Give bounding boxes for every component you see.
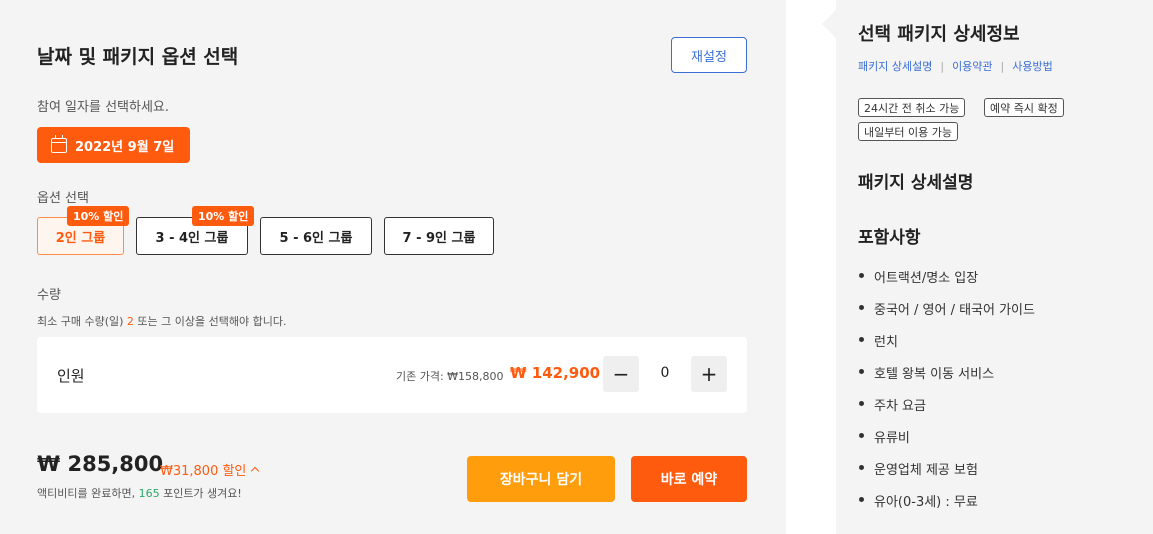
discount-badge: 10% 할인 — [67, 206, 130, 226]
list-item: 주차 요금 — [858, 388, 1035, 420]
link-terms[interactable]: 이용약관 — [952, 58, 992, 74]
total-discount: ₩31,800 할인 — [160, 464, 247, 479]
chevron-up-icon — [251, 466, 260, 476]
quantity-card: 인원 기존 가격: ₩158,800 ₩ 142,900 − 0 + — [37, 337, 747, 413]
book-now-button[interactable]: 바로 예약 — [631, 456, 747, 502]
reset-button[interactable]: 재설정 — [671, 37, 747, 73]
decrement-button[interactable]: − — [603, 356, 639, 392]
discount-badge: 10% 할인 — [192, 206, 255, 226]
detail-title: 선택 패키지 상세정보 — [858, 24, 1020, 45]
option-label: 옵션 선택 — [37, 191, 89, 206]
link-separator: | — [940, 59, 945, 73]
min-quantity-value: 2 — [126, 315, 134, 328]
detail-panel: 선택 패키지 상세정보 패키지 상세설명 | 이용약관 | 사용방법 24시간 … — [821, 0, 1153, 534]
points-suffix: 포인트가 생겨요! — [159, 487, 242, 500]
list-item: 런치 — [858, 324, 1035, 356]
selected-date: 2022년 9월 7일 — [75, 139, 175, 155]
quantity-label: 수량 — [37, 288, 61, 303]
link-separator: | — [1000, 59, 1005, 73]
points-value: 165 — [138, 487, 160, 500]
list-item: 유류비 — [858, 420, 1035, 452]
points-note: 액티비티를 완료하면, 165 포인트가 생겨요! — [37, 485, 242, 501]
total-price: ₩ 285,800 — [37, 452, 164, 476]
tag-instant-confirm: 예약 즉시 확정 — [984, 98, 1064, 117]
detail-links: 패키지 상세설명 | 이용약관 | 사용방법 — [858, 58, 1053, 74]
booking-panel: 날짜 및 패키지 옵션 선택 재설정 참여 일자를 선택하세요. 2022년 9… — [0, 0, 786, 534]
date-select-button[interactable]: 2022년 9월 7일 — [37, 127, 190, 163]
add-to-cart-button[interactable]: 장바구니 담기 — [467, 456, 615, 502]
includes-list: 어트랙션/명소 입장 중국어 / 영어 / 태국어 가이드 런치 호텔 왕복 이… — [858, 260, 1035, 516]
list-item: 운영업체 제공 보험 — [858, 452, 1035, 484]
tag-available-tomorrow: 내일부터 이용 가능 — [858, 122, 958, 141]
list-item: 유아(0-3세) : 무료 — [858, 484, 1035, 516]
calendar-icon — [51, 134, 67, 153]
total-discount-toggle[interactable]: ₩31,800 할인 — [160, 460, 260, 479]
points-prefix: 액티비티를 완료하면, — [37, 487, 139, 500]
list-item: 중국어 / 영어 / 태국어 가이드 — [858, 292, 1035, 324]
booking-title: 날짜 및 패키지 옵션 선택 — [37, 46, 239, 68]
min-note-prefix: 최소 구매 수량(일) — [37, 315, 127, 328]
list-item: 어트랙션/명소 입장 — [858, 260, 1035, 292]
sale-price: ₩ 142,900 — [510, 364, 601, 382]
package-heading: 패키지 상세설명 — [858, 173, 974, 193]
link-package-detail[interactable]: 패키지 상세설명 — [858, 58, 932, 74]
panel-divider — [786, 0, 836, 534]
increment-button[interactable]: + — [691, 356, 727, 392]
link-how-to-use[interactable]: 사용방법 — [1012, 58, 1052, 74]
original-price: 기존 가격: ₩158,800 — [396, 370, 504, 383]
list-item: 호텔 왕복 이동 서비스 — [858, 356, 1035, 388]
date-prompt: 참여 일자를 선택하세요. — [37, 100, 169, 115]
tag-cancel: 24시간 전 취소 가능 — [858, 98, 966, 117]
min-quantity-note: 최소 구매 수량(일) 2 또는 그 이상을 선택해야 합니다. — [37, 313, 286, 329]
option-7-9-person[interactable]: 7 - 9인 그룹 — [384, 217, 494, 255]
quantity-value: 0 — [660, 365, 670, 381]
option-5-6-person[interactable]: 5 - 6인 그룹 — [260, 217, 372, 255]
person-label: 인원 — [57, 367, 85, 385]
min-note-suffix: 또는 그 이상을 선택해야 합니다. — [133, 315, 287, 328]
includes-heading: 포함사항 — [858, 228, 921, 248]
